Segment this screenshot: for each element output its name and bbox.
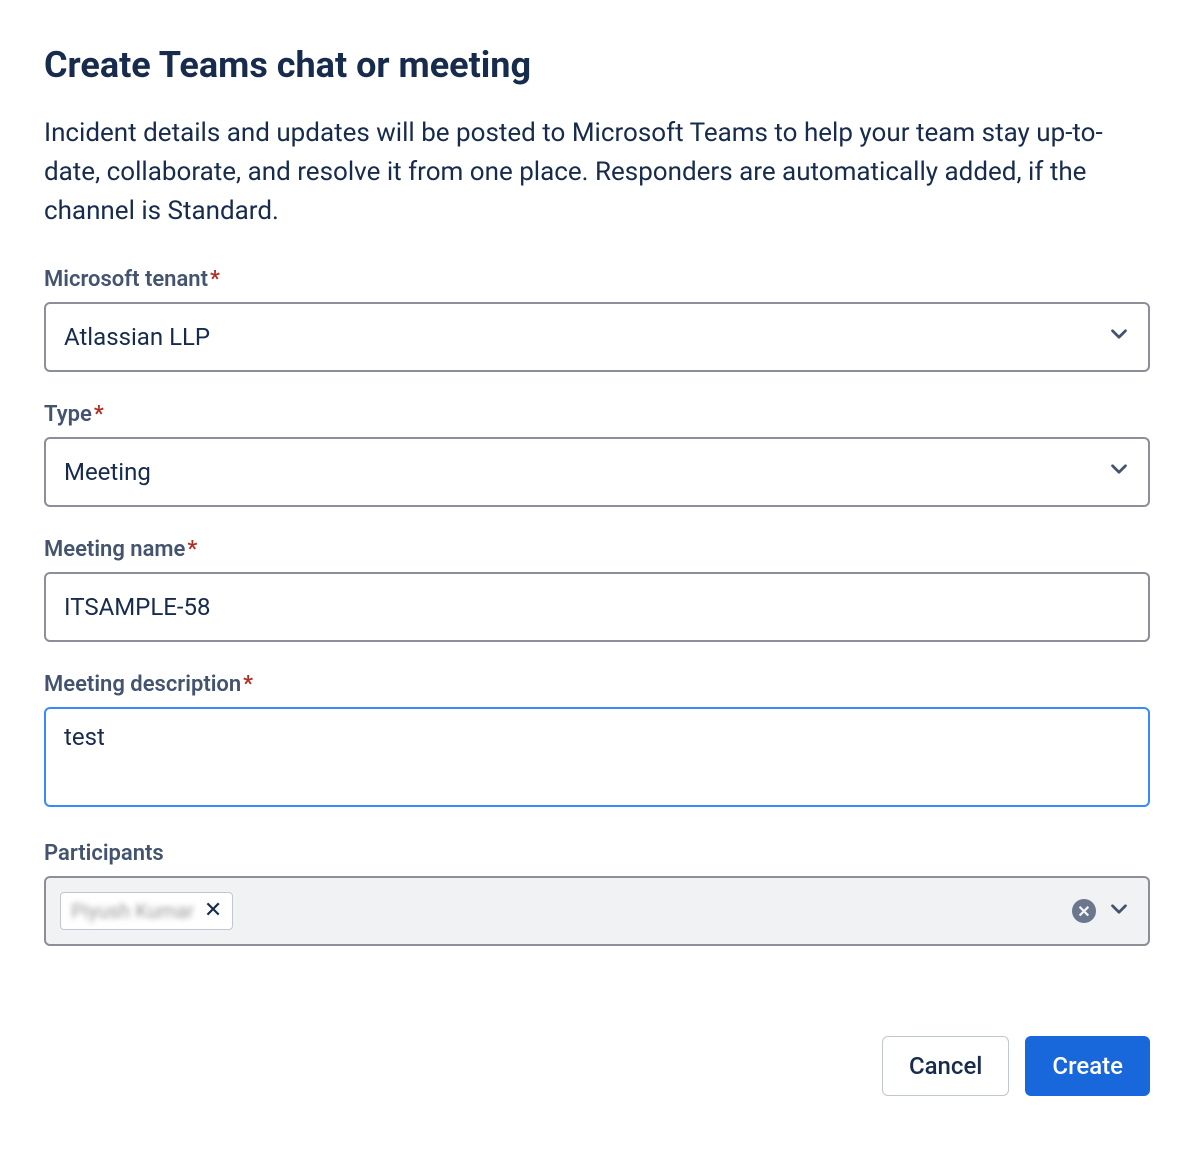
meeting-description-input[interactable]: test — [44, 707, 1150, 807]
create-teams-modal: Create Teams chat or meeting Incident de… — [44, 44, 1150, 1096]
field-participants: Participants Piyush Kumar ✕ ✕ — [44, 841, 1150, 946]
required-marker: * — [187, 537, 197, 562]
required-marker: * — [94, 402, 104, 427]
create-button[interactable]: Create — [1025, 1036, 1150, 1096]
field-type: Type* Meeting — [44, 402, 1150, 507]
modal-footer: Cancel Create — [44, 1036, 1150, 1096]
modal-description: Incident details and updates will be pos… — [44, 114, 1150, 231]
required-marker: * — [243, 672, 253, 697]
required-marker: * — [210, 267, 220, 292]
meeting-name-input[interactable] — [44, 572, 1150, 642]
remove-participant-icon[interactable]: ✕ — [204, 900, 222, 922]
participants-label: Participants — [44, 841, 1150, 866]
chevron-down-icon — [1106, 321, 1132, 353]
type-select[interactable]: Meeting — [44, 437, 1150, 507]
type-value: Meeting — [64, 458, 151, 486]
field-tenant: Microsoft tenant* Atlassian LLP — [44, 267, 1150, 372]
type-label: Type* — [44, 402, 1150, 427]
chevron-down-icon[interactable] — [1106, 896, 1132, 926]
participant-chip: Piyush Kumar ✕ — [60, 892, 233, 930]
modal-title: Create Teams chat or meeting — [44, 44, 1150, 86]
clear-all-icon[interactable]: ✕ — [1072, 899, 1096, 923]
participants-select[interactable]: Piyush Kumar ✕ ✕ — [44, 876, 1150, 946]
participants-label-text: Participants — [44, 841, 164, 866]
meeting-name-label-text: Meeting name — [44, 537, 185, 562]
meeting-description-label-text: Meeting description — [44, 672, 241, 697]
field-meeting-description: Meeting description* test — [44, 672, 1150, 811]
meeting-name-label: Meeting name* — [44, 537, 1150, 562]
tenant-select[interactable]: Atlassian LLP — [44, 302, 1150, 372]
meeting-description-label: Meeting description* — [44, 672, 1150, 697]
participant-name: Piyush Kumar — [71, 899, 194, 923]
tenant-label: Microsoft tenant* — [44, 267, 1150, 292]
tenant-label-text: Microsoft tenant — [44, 267, 208, 292]
chevron-down-icon — [1106, 456, 1132, 488]
cancel-button[interactable]: Cancel — [882, 1036, 1009, 1096]
field-meeting-name: Meeting name* — [44, 537, 1150, 642]
type-label-text: Type — [44, 402, 92, 427]
tenant-value: Atlassian LLP — [64, 323, 210, 351]
